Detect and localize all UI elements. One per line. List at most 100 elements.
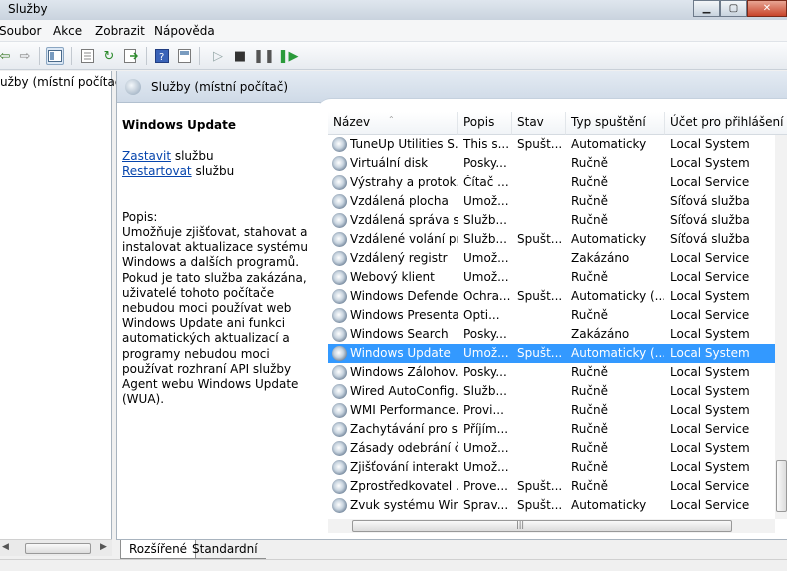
service-name-cell: Výstrahy a protok... [350,175,458,189]
stop-action-suffix: službu [171,149,214,163]
help-icon[interactable]: ? [153,47,171,65]
list-hscroll-thumb[interactable] [352,520,732,532]
service-name-cell: Webový klient [350,270,435,284]
table-row[interactable]: Zachytávání pro sl... Příjím... Ručně Local… [328,420,775,439]
table-row[interactable]: Wired AutoConfig... Služb... Ručně Local Sy… [328,382,775,401]
tab-standard[interactable]: Standardní [184,540,266,559]
service-startup-cell: Automaticky (... [571,289,664,303]
svg-text:?: ? [159,52,164,63]
column-header-description[interactable]: Popis [458,112,512,135]
table-row[interactable]: TuneUp Utilities S... This s... Spušt... Au… [328,135,775,154]
table-row[interactable]: Zvuk systému Win... Sprav... Spušt... Autom… [328,496,775,515]
service-startup-cell: Ručně [571,156,608,170]
service-startup-cell: Automaticky [571,232,647,246]
toolbar: ⇦ ⇨ ↻ ? ▷ ■ ❚❚ ❚▶ [0,42,787,70]
menu-akce[interactable]: Akce [53,24,82,38]
service-name-cell: Virtuální disk [350,156,429,170]
refresh-icon[interactable]: ↻ [100,47,118,65]
restart-service-icon[interactable]: ❚▶ [278,47,299,65]
restart-service-link[interactable]: Restartovat [122,164,192,178]
minimize-button[interactable]: ▁ [693,0,720,17]
service-description-cell: Posky... [463,327,507,341]
maximize-button[interactable]: ▢ [720,0,747,17]
service-startup-cell: Ručně [571,365,608,379]
service-status-cell: Spušt... [517,232,563,246]
table-row[interactable]: Virtuální disk Posky... Ručně Local System [328,154,775,173]
table-row[interactable]: Windows Zálohov... Posky... Ručně Local Sys… [328,363,775,382]
table-row[interactable]: Windows Presenta... Opti... Ručně Local Ser… [328,306,775,325]
service-logon-cell: Local System [670,365,750,379]
service-description-cell: Umož... [463,251,509,265]
scroll-right-icon[interactable]: ▶ [100,542,107,552]
menu-soubor[interactable]: Soubor [0,24,41,38]
column-header-status[interactable]: Stav [512,112,566,135]
export-list-icon[interactable] [122,47,140,65]
column-header-startup-type-label: Typ spuštění [571,115,646,129]
menu-zobrazit[interactable]: Zobrazit [95,24,145,38]
service-name-cell: Vzdálená správa s... [350,213,458,227]
service-description-cell: Sprav... [463,498,509,512]
stop-service-link[interactable]: Zastavit [122,149,171,163]
table-row[interactable]: Windows Search Posky... Zakázáno Local Syst… [328,325,775,344]
list-vertical-scrollbar[interactable] [775,135,787,519]
table-row[interactable]: Windows Update Umož... Spušt... Automaticky… [328,344,775,363]
service-startup-cell: Ručně [571,213,608,227]
service-logon-cell: Local System [670,403,750,417]
service-description-cell: Umož... [463,194,509,208]
scroll-left-icon[interactable]: ◀ [2,542,9,552]
close-button[interactable]: ✕ [747,0,787,17]
table-row[interactable]: Výstrahy a protok... Čítač ... Ručně Local … [328,173,775,192]
service-startup-cell: Ručně [571,270,608,284]
tree-item-services-local[interactable]: užby (místní počítač) [0,75,126,89]
services-gear-icon [125,79,141,95]
table-row[interactable]: WMI Performance... Provi... Ručně Local Sys… [328,401,775,420]
service-startup-cell: Automaticky [571,137,647,151]
service-status-cell: Spušt... [517,498,563,512]
service-description-cell: Posky... [463,365,507,379]
console-tree-toggle-icon[interactable] [46,47,64,65]
service-name-cell: Vzdálené volání pr... [350,232,458,246]
back-arrow-icon[interactable]: ⇦ [0,47,14,65]
column-header-name[interactable]: ⌃ Název [328,112,458,135]
view-icon[interactable] [175,47,193,65]
service-logon-cell: Local System [670,384,750,398]
service-name-cell: Zjišťování interakt... [350,460,458,474]
table-row[interactable]: Vzdálená správa s... Služb... Ručně Síťová … [328,211,775,230]
service-gear-icon [332,251,347,266]
service-rows: TuneUp Utilities S... This s... Spušt... Au… [328,135,775,519]
tree-scroll-thumb[interactable] [25,543,91,554]
table-row[interactable]: Vzdálené volání pr... Služb... Spušt... Aut… [328,230,775,249]
sort-ascending-icon: ⌃ [388,115,395,124]
table-row[interactable]: Vzdálená plocha Umož... Ručně Síťová služba [328,192,775,211]
service-logon-cell: Local System [670,156,750,170]
stop-service-icon[interactable]: ■ [231,47,249,65]
column-header-startup-type[interactable]: Typ spuštění [566,112,665,135]
table-row[interactable]: Zprostředkovatel ... Prove... Spušt... Ručn… [328,477,775,496]
service-gear-icon [332,479,347,494]
column-header-logon-account[interactable]: Účet pro přihlášení [665,112,787,135]
tree-horizontal-scrollbar[interactable]: ◀ ▶ [0,539,112,556]
pause-service-icon[interactable]: ❚❚ [253,47,275,65]
list-vscroll-thumb[interactable] [776,460,787,512]
menu-napoveda[interactable]: Nápověda [154,24,215,38]
start-service-icon[interactable]: ▷ [209,47,227,65]
forward-arrow-icon[interactable]: ⇨ [16,47,34,65]
service-startup-cell: Automaticky (... [571,346,664,360]
table-row[interactable]: Webový klient Umož... Ručně Local Service [328,268,775,287]
service-description-cell: Umož... [463,460,509,474]
stop-action: Zastavit službu [122,149,214,163]
table-row[interactable]: Zjišťování interakt... Umož... Ručně Local … [328,458,775,477]
service-description-cell: Služb... [463,213,507,227]
column-header-name-label: Název [333,115,371,129]
service-status-cell: Spušt... [517,479,563,493]
service-description-cell: Posky... [463,156,507,170]
service-gear-icon [332,175,347,190]
list-horizontal-scrollbar[interactable]: ||| [328,519,775,533]
properties-icon[interactable] [78,47,96,65]
table-row[interactable]: Windows Defender Ochra... Spušt... Automati… [328,287,775,306]
table-row[interactable]: Vzdálený registr Umož... Zakázáno Local Ser… [328,249,775,268]
service-name-cell: Windows Defender [350,289,458,303]
table-row[interactable]: Zásady odebrání č... Umož... Ručně Local Sy… [328,439,775,458]
service-name-cell: Windows Update [350,346,451,360]
service-startup-cell: Ručně [571,308,608,322]
